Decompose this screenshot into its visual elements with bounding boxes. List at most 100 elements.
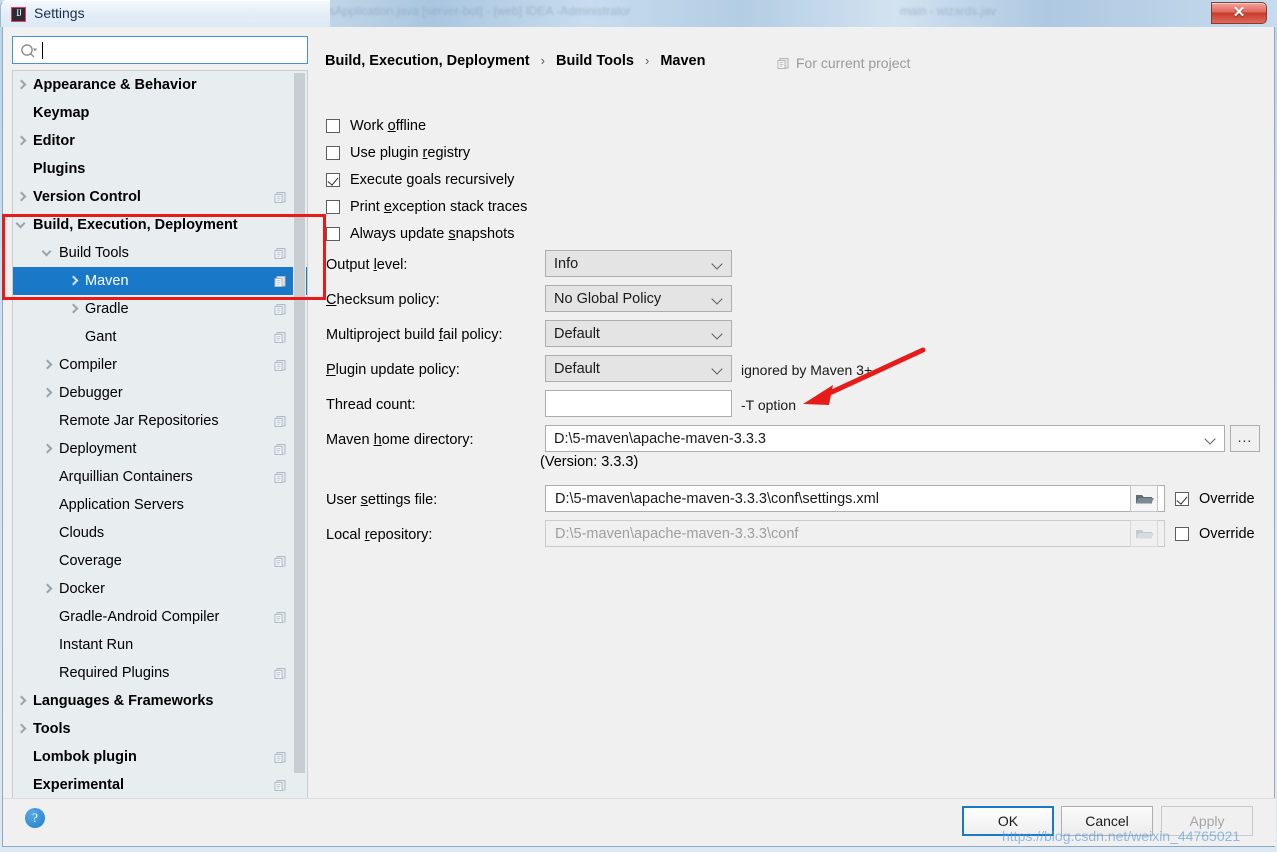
ok-button[interactable]: OK xyxy=(962,806,1054,836)
sidebar-item-arquillian-containers[interactable]: Arquillian Containers xyxy=(13,463,307,491)
sidebar-scrollbar[interactable] xyxy=(293,72,306,802)
search-box[interactable] xyxy=(12,36,308,64)
sidebar-item-instant-run[interactable]: Instant Run xyxy=(13,631,307,659)
sidebar-item-compiler[interactable]: Compiler xyxy=(13,351,307,379)
checkbox-always-update-snapshots[interactable]: Always update snapshots xyxy=(326,223,514,245)
sidebar-item-label: Languages & Frameworks xyxy=(33,693,214,709)
sidebar-item-debugger[interactable]: Debugger xyxy=(13,379,307,407)
settings-main-panel: Build, Execution, Deployment › Build Too… xyxy=(320,36,1266,803)
sidebar-item-keymap[interactable]: Keymap xyxy=(13,99,307,127)
sidebar-item-label: Deployment xyxy=(59,441,137,457)
checkbox-use-plugin-registry[interactable]: Use plugin registry xyxy=(326,142,470,164)
sidebar-item-maven[interactable]: Maven xyxy=(13,267,307,295)
sidebar-item-gant[interactable]: Gant xyxy=(13,323,307,351)
breadcrumb-part-1[interactable]: Build, Execution, Deployment xyxy=(325,53,530,69)
chevron-down-icon xyxy=(711,293,723,305)
local-repository-field[interactable] xyxy=(545,520,1165,547)
project-scope-icon xyxy=(274,667,286,679)
sidebar-item-label: Gradle xyxy=(85,301,129,317)
settings-tree: Appearance & Behavior Keymap Editor Plugins… xyxy=(12,70,308,803)
chevron-right-icon[interactable] xyxy=(40,379,58,407)
maven-home-combobox[interactable]: D:\5-maven\apache-maven-3.3.3 xyxy=(545,425,1225,452)
search-input[interactable] xyxy=(46,41,301,60)
sidebar-item-gradle-android-compiler[interactable]: Gradle-Android Compiler xyxy=(13,603,307,631)
close-button[interactable]: ✕ xyxy=(1211,2,1267,24)
chevron-right-icon[interactable] xyxy=(40,435,58,463)
sidebar-item-clouds[interactable]: Clouds xyxy=(13,519,307,547)
thread-count-field[interactable] xyxy=(545,390,732,417)
user-settings-file-input[interactable] xyxy=(553,489,1157,508)
maven-home-browse-button[interactable]: ... xyxy=(1230,425,1260,452)
apply-button[interactable]: Apply xyxy=(1161,806,1253,836)
sidebar-item-remote-jar-repositories[interactable]: Remote Jar Repositories xyxy=(13,407,307,435)
sidebar-item-deployment[interactable]: Deployment xyxy=(13,435,307,463)
sidebar-item-label: Maven xyxy=(85,273,129,289)
project-scope-icon xyxy=(274,555,286,567)
sidebar-item-build-execution-deployment[interactable]: Build, Execution, Deployment xyxy=(13,211,307,239)
sidebar-item-required-plugins[interactable]: Required Plugins xyxy=(13,659,307,687)
chevron-down-icon xyxy=(711,328,723,340)
breadcrumb-part-2[interactable]: Build Tools xyxy=(556,53,634,69)
sidebar-item-label: Experimental xyxy=(33,777,125,793)
sidebar-item-application-servers[interactable]: Application Servers xyxy=(13,491,307,519)
checksum-policy-value: No Global Policy xyxy=(554,290,662,307)
help-icon: ? xyxy=(32,810,38,825)
sidebar-item-languages-frameworks[interactable]: Languages & Frameworks xyxy=(13,687,307,715)
close-icon: ✕ xyxy=(1232,4,1246,21)
sidebar-item-tools[interactable]: Tools xyxy=(13,715,307,743)
project-scope-icon xyxy=(274,191,286,203)
chevron-right-icon[interactable] xyxy=(40,351,58,379)
checkbox-execute-goals-recursively[interactable]: Execute goals recursively xyxy=(326,169,514,191)
sidebar-item-build-tools[interactable]: Build Tools xyxy=(13,239,307,267)
sidebar-item-label: Compiler xyxy=(59,357,118,373)
sidebar-scrollbar-thumb[interactable] xyxy=(294,73,305,773)
sidebar-item-label: Debugger xyxy=(59,385,123,401)
chevron-down-icon xyxy=(711,258,723,270)
sidebar-item-docker[interactable]: Docker xyxy=(13,575,307,603)
project-scope-icon xyxy=(274,611,286,623)
chevron-right-icon[interactable] xyxy=(40,575,58,603)
intellij-idea-icon: IJ xyxy=(10,6,27,23)
chevron-right-icon[interactable] xyxy=(66,295,84,323)
local-repository-override-checkbox[interactable]: Override xyxy=(1175,526,1255,542)
chevron-down-icon[interactable] xyxy=(14,211,32,239)
local-repository-browse-button[interactable] xyxy=(1130,520,1158,547)
local-repository-input[interactable] xyxy=(553,524,1157,543)
user-settings-file-field[interactable] xyxy=(545,485,1165,512)
title-bar: IJ Settings ✕ xyxy=(0,0,1277,27)
chevron-right-icon[interactable] xyxy=(14,687,32,715)
chevron-right-icon[interactable] xyxy=(14,71,32,99)
checkbox-label: Work offline xyxy=(350,118,427,134)
checkbox-work-offline[interactable]: Work offline xyxy=(326,115,426,137)
sidebar-item-label: Gradle-Android Compiler xyxy=(59,609,220,625)
checksum-policy-combobox[interactable]: No Global Policy xyxy=(545,285,732,312)
chevron-right-icon[interactable] xyxy=(14,715,32,743)
chevron-down-icon xyxy=(711,363,723,375)
checkbox-print-exception-stack-traces[interactable]: Print exception stack traces xyxy=(326,196,527,218)
chevron-right-icon[interactable] xyxy=(66,267,84,295)
sidebar-item-coverage[interactable]: Coverage xyxy=(13,547,307,575)
plugin-update-policy-combobox[interactable]: Default xyxy=(545,355,732,382)
chevron-right-icon[interactable] xyxy=(14,183,32,211)
chevron-right-icon[interactable] xyxy=(14,127,32,155)
cancel-button[interactable]: Cancel xyxy=(1061,806,1153,836)
user-settings-file-override-checkbox[interactable]: Override xyxy=(1175,491,1255,507)
sidebar-item-label: Plugins xyxy=(33,161,86,177)
thread-count-input[interactable] xyxy=(553,394,724,413)
user-settings-file-browse-button[interactable] xyxy=(1130,485,1158,512)
sidebar-item-appearance-behavior[interactable]: Appearance & Behavior xyxy=(13,71,307,99)
sidebar-item-label: Keymap xyxy=(33,105,90,121)
thread-count-label: Thread count: xyxy=(326,397,416,413)
sidebar-item-label: Version Control xyxy=(33,189,141,205)
checksum-policy-label: Checksum policy: xyxy=(326,292,440,308)
sidebar-item-plugins[interactable]: Plugins xyxy=(13,155,307,183)
sidebar-item-gradle[interactable]: Gradle xyxy=(13,295,307,323)
sidebar-item-version-control[interactable]: Version Control xyxy=(13,183,307,211)
sidebar-item-lombok-plugin[interactable]: Lombok plugin xyxy=(13,743,307,771)
multiproject-fail-policy-combobox[interactable]: Default xyxy=(545,320,732,347)
sidebar-item-editor[interactable]: Editor xyxy=(13,127,307,155)
chevron-down-icon[interactable] xyxy=(40,239,58,267)
output-level-combobox[interactable]: Info xyxy=(545,250,732,277)
sidebar-item-experimental[interactable]: Experimental xyxy=(13,771,307,799)
help-button[interactable]: ? xyxy=(25,808,45,828)
